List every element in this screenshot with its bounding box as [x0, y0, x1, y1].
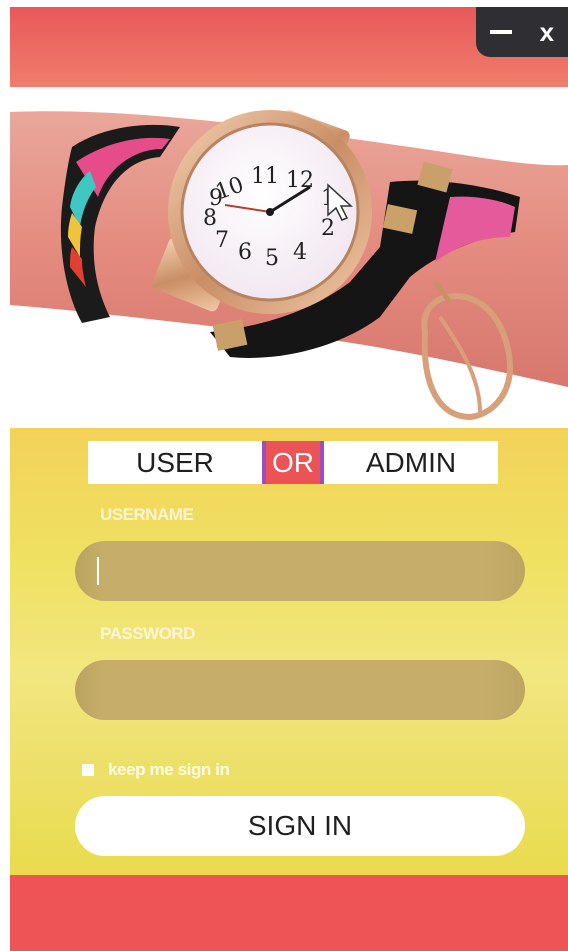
hero-image: 10 11 12 1 2 4 5 6 7 8 9 — [10, 87, 568, 428]
username-input[interactable] — [99, 541, 483, 603]
sign-in-button[interactable]: SIGN IN — [75, 796, 525, 856]
keep-signed-in: keep me sign in — [82, 760, 230, 780]
svg-text:7: 7 — [215, 228, 229, 253]
password-field-wrapper — [75, 660, 525, 722]
watch-illustration: 10 11 12 1 2 4 5 6 7 8 9 — [10, 110, 568, 421]
close-button[interactable]: x — [540, 19, 554, 45]
svg-text:11: 11 — [251, 164, 279, 189]
user-role-button[interactable]: USER — [88, 441, 262, 484]
title-bar: x — [10, 7, 568, 87]
hand-pivot — [266, 208, 274, 216]
svg-text:12: 12 — [286, 168, 314, 193]
text-caret — [97, 557, 99, 585]
password-label: PASSWORD — [100, 624, 195, 643]
svg-text:6: 6 — [238, 240, 252, 265]
password-input[interactable] — [99, 660, 483, 722]
minimize-button[interactable] — [489, 30, 512, 34]
keep-signed-in-checkbox[interactable] — [82, 764, 94, 776]
keep-signed-in-label[interactable]: keep me sign in — [108, 760, 230, 780]
login-form: USER OR ADMIN USERNAME PASSWORD keep me … — [10, 428, 568, 875]
role-switch: USER OR ADMIN — [88, 441, 498, 484]
svg-text:2: 2 — [321, 216, 335, 241]
footer-bar — [10, 875, 568, 951]
svg-text:9: 9 — [209, 186, 223, 211]
username-field-wrapper — [75, 541, 525, 603]
window-controls: x — [476, 7, 568, 57]
login-window: x 10 11 12 2 4 5 6 7 8 9 USER OR ADMIN U… — [10, 7, 568, 951]
svg-text:4: 4 — [293, 240, 307, 265]
or-separator: OR — [262, 441, 324, 484]
admin-role-button[interactable]: ADMIN — [324, 441, 498, 484]
username-label: USERNAME — [100, 505, 194, 524]
svg-text:5: 5 — [265, 246, 279, 271]
